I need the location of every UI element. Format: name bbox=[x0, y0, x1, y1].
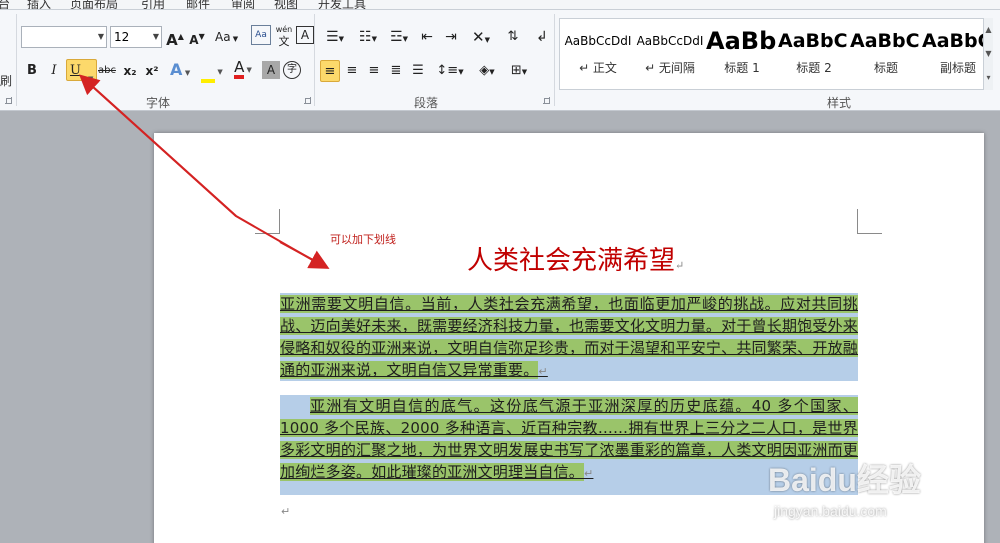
align-center-button[interactable]: ≡ bbox=[343, 60, 361, 82]
change-case-button[interactable]: Aa ▼ bbox=[215, 26, 238, 48]
shrink-font-button[interactable]: A▼ bbox=[188, 26, 206, 48]
highlighter-icon bbox=[201, 79, 216, 83]
clear-format-icon[interactable]: Aa bbox=[251, 25, 271, 45]
character-border-button[interactable]: A bbox=[296, 26, 314, 44]
tab-review[interactable]: 审阅 bbox=[231, 0, 255, 9]
font-name-combo[interactable]: ▼ bbox=[21, 26, 107, 48]
bullets-button[interactable]: ☰▼ bbox=[320, 26, 350, 48]
baidu-watermark: Baidu经验 jingyan.baidu.com bbox=[760, 455, 1000, 540]
tab-developer[interactable]: 开发工具 bbox=[318, 0, 366, 9]
sort-button[interactable]: ⇅ bbox=[504, 26, 522, 48]
justify-button[interactable]: ≣ bbox=[387, 60, 405, 82]
highlight-color-button[interactable]: ▼ bbox=[199, 60, 225, 83]
shading-button[interactable]: ◈▼ bbox=[474, 60, 500, 82]
paragraph-1[interactable]: 亚洲需要文明自信。当前，人类社会充满希望，也面临更加严峻的挑战。应对共同挑战、迈… bbox=[280, 293, 858, 381]
chevron-down-icon[interactable]: ▼ bbox=[153, 27, 159, 47]
chinese-layout-button[interactable]: ✕▼ bbox=[468, 26, 494, 48]
font-color-button[interactable]: A ▼ bbox=[230, 58, 256, 80]
group-separator bbox=[16, 14, 17, 106]
paragraph-group-label: 段落 bbox=[414, 96, 439, 110]
style-heading-1[interactable]: AaBb 标题 1 bbox=[706, 23, 778, 87]
group-separator bbox=[554, 14, 555, 106]
borders-button[interactable]: ⊞▼ bbox=[506, 60, 532, 82]
superscript-button[interactable]: x² bbox=[143, 60, 161, 82]
text-effect-button[interactable]: A ▼ bbox=[170, 59, 190, 81]
style-no-spacing[interactable]: AaBbCcDdI ↵ 无间隔 bbox=[634, 23, 706, 87]
empty-paragraph-mark: ↵ bbox=[281, 505, 291, 518]
align-right-button[interactable]: ≡ bbox=[365, 60, 383, 82]
italic-button[interactable]: I bbox=[45, 60, 63, 82]
phonetic-guide-button[interactable]: wén 文 bbox=[274, 24, 294, 47]
grow-font-button[interactable]: A▲ bbox=[166, 26, 184, 49]
chevron-down-icon[interactable]: ▼ bbox=[98, 27, 104, 47]
subscript-button[interactable]: x₂ bbox=[121, 60, 139, 82]
show-marks-button[interactable]: ↲ bbox=[533, 26, 551, 48]
style-normal[interactable]: AaBbCcDdI ↵ 正文 bbox=[562, 23, 634, 87]
paragraph-dialog-launcher-icon[interactable] bbox=[543, 97, 550, 104]
styles-group-label: 样式 bbox=[827, 96, 852, 110]
font-dialog-launcher-icon[interactable] bbox=[304, 97, 311, 104]
character-shading-button[interactable]: A bbox=[262, 61, 280, 79]
annotation-note: 可以加下划线 bbox=[330, 233, 396, 246]
tab-references[interactable]: 引用 bbox=[141, 0, 165, 9]
ribbon-tabs: 台 插入 页面布局 引用 邮件 审阅 视图 开发工具 bbox=[0, 0, 1000, 10]
chevron-down-icon: ▼ bbox=[88, 75, 94, 83]
tab-view[interactable]: 视图 bbox=[274, 0, 298, 9]
margin-corner-mark bbox=[857, 209, 882, 234]
font-size-value: 12 bbox=[114, 30, 130, 44]
strikethrough-button[interactable]: abc bbox=[98, 60, 116, 82]
format-painter-label[interactable]: 刷 bbox=[0, 72, 12, 89]
watermark-url: jingyan.baidu.com bbox=[774, 503, 887, 519]
font-group-label: 字体 bbox=[146, 96, 171, 110]
numbering-button[interactable]: ☷▼ bbox=[353, 26, 383, 48]
style-heading-2[interactable]: AaBbC 标题 2 bbox=[778, 23, 850, 87]
multilevel-list-button[interactable]: ☲▼ bbox=[386, 26, 412, 48]
clipboard-launcher-icon[interactable] bbox=[5, 97, 12, 104]
decrease-indent-button[interactable]: ⇤ bbox=[418, 26, 436, 48]
distributed-button[interactable]: ☰ bbox=[409, 60, 427, 82]
font-size-combo[interactable]: 12 ▼ bbox=[110, 26, 162, 48]
tab-mailings[interactable]: 邮件 bbox=[186, 0, 210, 9]
tab-start[interactable]: 台 bbox=[0, 0, 10, 9]
margin-corner-mark bbox=[255, 209, 280, 234]
enclose-characters-button[interactable]: 字 bbox=[283, 61, 301, 79]
document-title[interactable]: 人类社会充满希望↵ bbox=[467, 240, 684, 277]
bold-button[interactable]: B bbox=[23, 60, 41, 82]
line-spacing-button[interactable]: ↕≡▼ bbox=[436, 60, 464, 82]
align-left-button[interactable]: ≡ bbox=[320, 60, 340, 82]
tab-page-layout[interactable]: 页面布局 bbox=[70, 0, 118, 9]
gallery-scroll[interactable]: ▲ ▼ ▾ bbox=[983, 18, 993, 90]
ribbon: 刷 ▼ 12 ▼ A▲ A▼ Aa ▼ Aa wén 文 A B I U ▼ abc… bbox=[0, 10, 1000, 111]
watermark-brand: Baidu经验 bbox=[768, 462, 921, 498]
style-title[interactable]: AaBbC 标题 bbox=[850, 23, 922, 87]
tab-insert[interactable]: 插入 bbox=[27, 0, 51, 9]
underline-button[interactable]: U ▼ bbox=[66, 59, 97, 83]
increase-indent-button[interactable]: ⇥ bbox=[442, 26, 460, 48]
styles-gallery: AaBbCcDdI ↵ 正文 AaBbCcDdI ↵ 无间隔 AaBb 标题 1… bbox=[559, 18, 993, 90]
group-separator bbox=[314, 14, 315, 106]
